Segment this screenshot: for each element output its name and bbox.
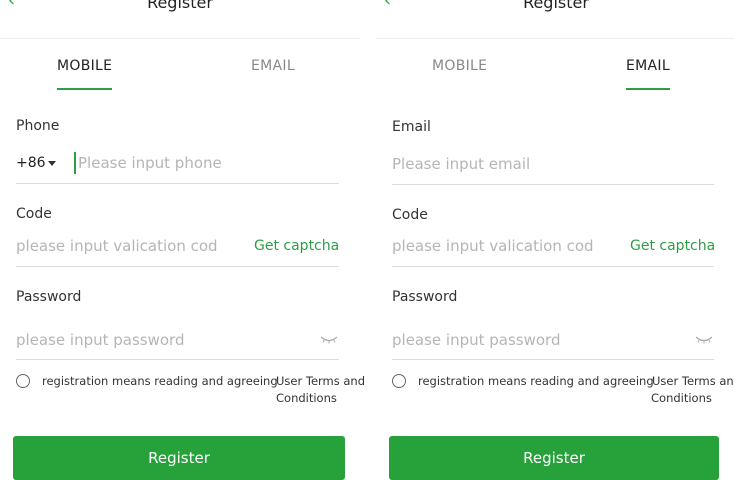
tab-email-label: EMAIL: [626, 58, 670, 74]
terms-link-line1[interactable]: User Terms and: [276, 373, 365, 390]
terms-link-line1[interactable]: User Terms and: [652, 373, 734, 390]
eye-closed-icon[interactable]: [695, 336, 713, 344]
country-code-select[interactable]: +86: [16, 151, 46, 175]
page-title: Register: [147, 0, 213, 12]
agree-radio[interactable]: [392, 374, 406, 388]
tab-email[interactable]: EMAIL: [251, 57, 295, 75]
screenshot-stage: ‹ Register MOBILE EMAIL Phone +86 Please…: [0, 0, 734, 480]
tab-mobile-label: MOBILE: [57, 58, 113, 74]
password-divider: [16, 359, 339, 360]
tab-mobile[interactable]: MOBILE: [57, 57, 113, 90]
password-label: Password: [392, 289, 458, 305]
agreement-text: registration means reading and agreeing: [418, 374, 654, 388]
email-label: Email: [392, 119, 431, 135]
password-input[interactable]: please input password: [392, 328, 652, 352]
register-button[interactable]: Register: [389, 436, 719, 480]
code-divider: [392, 266, 714, 267]
top-bar: ‹ Register: [0, 0, 360, 39]
code-input[interactable]: please input valication cod: [16, 234, 226, 258]
tab-active-indicator: [57, 88, 113, 90]
code-input[interactable]: please input valication cod: [392, 234, 602, 258]
code-label: Code: [392, 207, 428, 223]
tab-mobile[interactable]: MOBILE: [432, 57, 487, 75]
email-register-panel: ‹ Register MOBILE EMAIL Email Please inp…: [376, 0, 734, 480]
phone-label: Phone: [16, 118, 60, 134]
get-captcha-button[interactable]: Get captcha: [254, 236, 339, 256]
register-button[interactable]: Register: [13, 436, 345, 480]
top-bar: ‹ Register: [376, 0, 734, 39]
password-label: Password: [16, 289, 82, 305]
terms-link-line2[interactable]: Conditions: [651, 390, 712, 407]
code-divider: [16, 266, 339, 267]
mobile-register-panel: ‹ Register MOBILE EMAIL Phone +86 Please…: [0, 0, 365, 480]
get-captcha-button[interactable]: Get captcha: [630, 236, 715, 256]
password-divider: [392, 359, 714, 360]
email-input[interactable]: Please input email: [392, 152, 692, 176]
agreement-text: registration means reading and agreeing: [42, 374, 278, 388]
tab-active-indicator: [626, 88, 670, 90]
eye-closed-icon[interactable]: [320, 336, 338, 344]
tab-email-label: EMAIL: [251, 58, 295, 74]
terms-link-line2[interactable]: Conditions: [276, 390, 337, 407]
agree-radio[interactable]: [16, 374, 30, 388]
password-input[interactable]: please input password: [16, 328, 276, 352]
tab-email[interactable]: EMAIL: [626, 57, 670, 90]
tab-mobile-label: MOBILE: [432, 58, 488, 74]
page-title: Register: [523, 0, 589, 12]
email-divider: [392, 184, 714, 185]
phone-input[interactable]: Please input phone: [78, 151, 338, 175]
text-cursor: [74, 152, 76, 174]
code-label: Code: [16, 206, 52, 222]
phone-divider: [16, 183, 339, 184]
caret-down-icon[interactable]: [48, 161, 56, 166]
